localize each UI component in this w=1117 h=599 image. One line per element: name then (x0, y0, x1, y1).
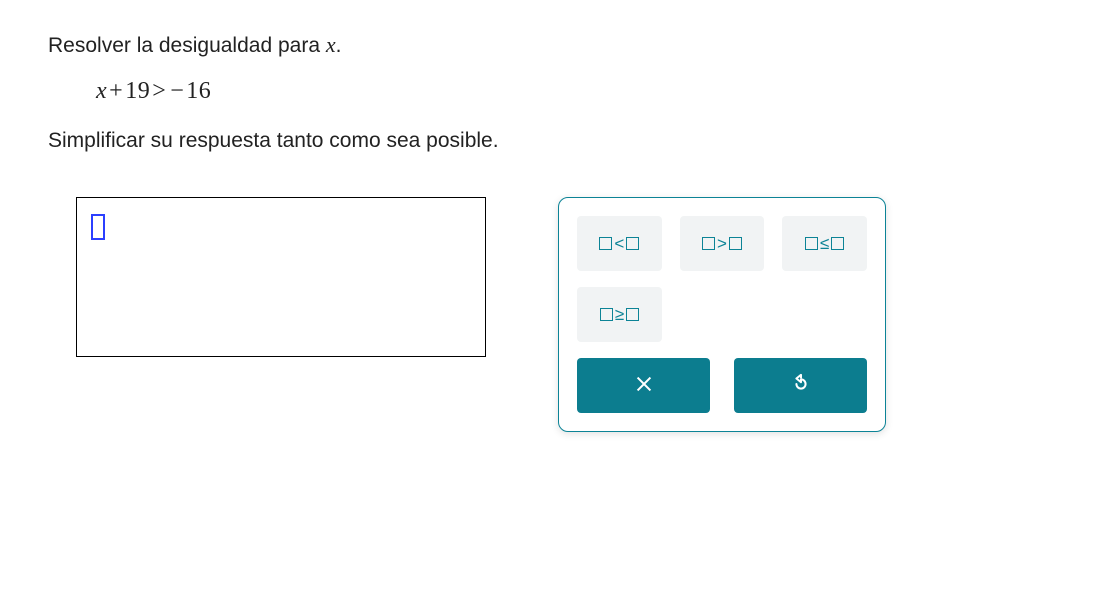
less-equal-button[interactable]: ≤ (782, 216, 867, 271)
inequality-expression: x+19>−16 (96, 78, 1069, 105)
prompt-text-before: Resolver la desigualdad para (48, 34, 326, 57)
placeholder-box-icon (626, 308, 639, 321)
prompt-line-1: Resolver la desigualdad para x. (48, 32, 1069, 58)
greater-than-button[interactable]: > (680, 216, 765, 271)
placeholder-box-icon (626, 237, 639, 250)
keypad-panel: < > ≤ ≥ (558, 197, 886, 432)
keypad-row-1: < > ≤ (577, 216, 867, 271)
placeholder-box-icon (831, 237, 844, 250)
greater-equal-button[interactable]: ≥ (577, 287, 662, 342)
placeholder-box-icon (600, 308, 613, 321)
greater-equal-icon: ≥ (614, 305, 625, 325)
placeholder-box-icon (702, 237, 715, 250)
keypad-action-row (577, 358, 867, 413)
less-equal-icon: ≤ (819, 234, 830, 254)
greater-than-icon: > (716, 234, 728, 254)
placeholder-box-icon (599, 237, 612, 250)
undo-icon (790, 373, 812, 398)
answer-cursor (91, 214, 105, 240)
placeholder-box-icon (729, 237, 742, 250)
answer-input[interactable] (76, 197, 486, 357)
prompt-text-after: . (336, 34, 342, 57)
less-than-button[interactable]: < (577, 216, 662, 271)
work-area: < > ≤ ≥ (48, 197, 1069, 432)
prompt-variable: x (326, 32, 336, 57)
clear-button[interactable] (577, 358, 710, 413)
undo-button[interactable] (734, 358, 867, 413)
close-icon (633, 373, 655, 398)
prompt-line-2: Simplificar su respuesta tanto como sea … (48, 129, 1069, 153)
less-than-icon: < (613, 234, 625, 254)
placeholder-box-icon (805, 237, 818, 250)
keypad-row-2: ≥ (577, 287, 867, 342)
